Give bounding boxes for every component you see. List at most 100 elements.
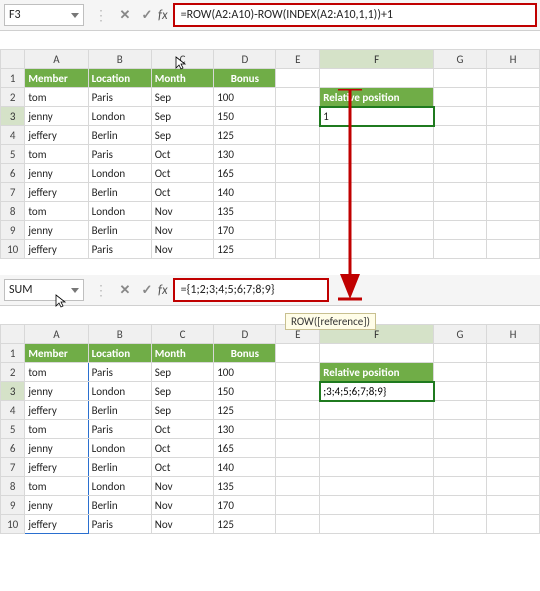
cell-A2[interactable]: tom xyxy=(25,88,88,107)
cell-G4[interactable] xyxy=(434,401,487,420)
row-header-2[interactable]: 2 xyxy=(1,88,25,107)
cell-D4[interactable]: 125 xyxy=(214,401,276,420)
cell-D8[interactable]: 135 xyxy=(214,202,276,221)
cancel-icon[interactable]: ✕ xyxy=(115,5,135,25)
cell-H7[interactable] xyxy=(486,458,539,477)
cell-D4[interactable]: 125 xyxy=(214,126,276,145)
cell-B4[interactable]: Berlin xyxy=(88,126,151,145)
cell-G8[interactable] xyxy=(434,202,487,221)
col-header-A[interactable]: A xyxy=(25,50,88,69)
cell-H2[interactable] xyxy=(486,363,539,382)
row-header-9[interactable]: 9 xyxy=(1,496,25,515)
cell-F7[interactable] xyxy=(320,458,434,477)
formula-input[interactable]: ={1;2;3;4;5;6;7;8;9} xyxy=(174,279,328,301)
cell-B10[interactable]: Paris xyxy=(88,515,151,534)
cell-B8[interactable]: London xyxy=(88,202,151,221)
cell-A10[interactable]: jeffery xyxy=(25,515,88,534)
cell-A6[interactable]: jenny xyxy=(25,164,88,183)
formula-input[interactable]: =ROW(A2:A10)-ROW(INDEX(A2:A10,1,1))+1 xyxy=(174,4,536,26)
cell-A2[interactable]: tom xyxy=(25,363,88,382)
cell-D7[interactable]: 140 xyxy=(214,183,276,202)
cell-H2[interactable] xyxy=(486,88,539,107)
cell-D3[interactable]: 150 xyxy=(214,107,276,126)
cell-C6[interactable]: Oct xyxy=(151,439,213,458)
cell-C1[interactable]: Month xyxy=(151,69,213,88)
col-header-E[interactable]: E xyxy=(276,50,320,69)
cell-H1[interactable] xyxy=(486,69,539,88)
row-header-3[interactable]: 3 xyxy=(1,382,25,401)
cell-D9[interactable]: 170 xyxy=(214,221,276,240)
cell-C9[interactable]: Nov xyxy=(151,221,213,240)
cell-B1[interactable]: Location xyxy=(88,344,151,363)
cell-A5[interactable]: tom xyxy=(25,145,88,164)
cell-G9[interactable] xyxy=(434,496,487,515)
col-header-H[interactable]: H xyxy=(486,325,539,344)
cell-C10[interactable]: Nov xyxy=(151,240,213,259)
cell-A7[interactable]: jeffery xyxy=(25,183,88,202)
cell-H9[interactable] xyxy=(486,496,539,515)
cell-E10[interactable] xyxy=(276,515,320,534)
spreadsheet-top[interactable]: ABCDEFGH1MemberLocationMonthBonus2tomPar… xyxy=(0,49,540,259)
cell-F2[interactable]: Relative position xyxy=(320,363,434,382)
col-header-C[interactable]: C xyxy=(151,325,213,344)
cell-G9[interactable] xyxy=(434,221,487,240)
col-header-D[interactable]: D xyxy=(214,50,276,69)
cell-A8[interactable]: tom xyxy=(25,202,88,221)
cell-G8[interactable] xyxy=(434,477,487,496)
cell-E6[interactable] xyxy=(276,164,320,183)
chevron-down-icon[interactable] xyxy=(71,13,79,18)
row-header-10[interactable]: 10 xyxy=(1,240,25,259)
cell-F7[interactable] xyxy=(320,183,434,202)
cell-B3[interactable]: London xyxy=(88,107,151,126)
cell-G3[interactable] xyxy=(434,107,487,126)
cell-G1[interactable] xyxy=(434,69,487,88)
cell-G5[interactable] xyxy=(434,420,487,439)
cell-E8[interactable] xyxy=(276,202,320,221)
cell-F9[interactable] xyxy=(320,496,434,515)
cell-E4[interactable] xyxy=(276,401,320,420)
cell-D7[interactable]: 140 xyxy=(214,458,276,477)
cell-C5[interactable]: Oct xyxy=(151,420,213,439)
cell-H5[interactable] xyxy=(486,145,539,164)
cell-H6[interactable] xyxy=(486,164,539,183)
cell-B7[interactable]: Berlin xyxy=(88,183,151,202)
cell-G2[interactable] xyxy=(434,363,487,382)
cell-E7[interactable] xyxy=(276,458,320,477)
chevron-down-icon[interactable] xyxy=(71,288,79,293)
cell-D10[interactable]: 125 xyxy=(214,515,276,534)
cell-D10[interactable]: 125 xyxy=(214,240,276,259)
cell-G7[interactable] xyxy=(434,183,487,202)
cell-C8[interactable]: Nov xyxy=(151,477,213,496)
cell-D1[interactable]: Bonus xyxy=(214,69,276,88)
select-all[interactable] xyxy=(1,50,25,69)
cell-G3[interactable] xyxy=(434,382,487,401)
cell-A7[interactable]: jeffery xyxy=(25,458,88,477)
cell-G6[interactable] xyxy=(434,164,487,183)
cell-A5[interactable]: tom xyxy=(25,420,88,439)
cell-E2[interactable] xyxy=(276,363,320,382)
cell-A4[interactable]: jeffery xyxy=(25,126,88,145)
cell-E3[interactable] xyxy=(276,107,320,126)
cell-E9[interactable] xyxy=(276,496,320,515)
cell-E10[interactable] xyxy=(276,240,320,259)
row-header-7[interactable]: 7 xyxy=(1,183,25,202)
cell-G5[interactable] xyxy=(434,145,487,164)
cell-B2[interactable]: Paris xyxy=(88,88,151,107)
row-header-7[interactable]: 7 xyxy=(1,458,25,477)
col-header-B[interactable]: B xyxy=(88,50,151,69)
cell-G6[interactable] xyxy=(434,439,487,458)
cell-H4[interactable] xyxy=(486,126,539,145)
cell-B1[interactable]: Location xyxy=(88,69,151,88)
cell-E6[interactable] xyxy=(276,439,320,458)
cell-F3[interactable]: 1 xyxy=(320,107,434,126)
cell-A3[interactable]: jenny xyxy=(25,107,88,126)
cell-E2[interactable] xyxy=(276,88,320,107)
row-header-8[interactable]: 8 xyxy=(1,202,25,221)
cell-A8[interactable]: tom xyxy=(25,477,88,496)
cell-E5[interactable] xyxy=(276,145,320,164)
cell-C4[interactable]: Sep xyxy=(151,401,213,420)
cell-F8[interactable] xyxy=(320,477,434,496)
cancel-icon[interactable]: ✕ xyxy=(115,280,135,300)
cell-H3[interactable] xyxy=(486,382,539,401)
cell-H5[interactable] xyxy=(486,420,539,439)
